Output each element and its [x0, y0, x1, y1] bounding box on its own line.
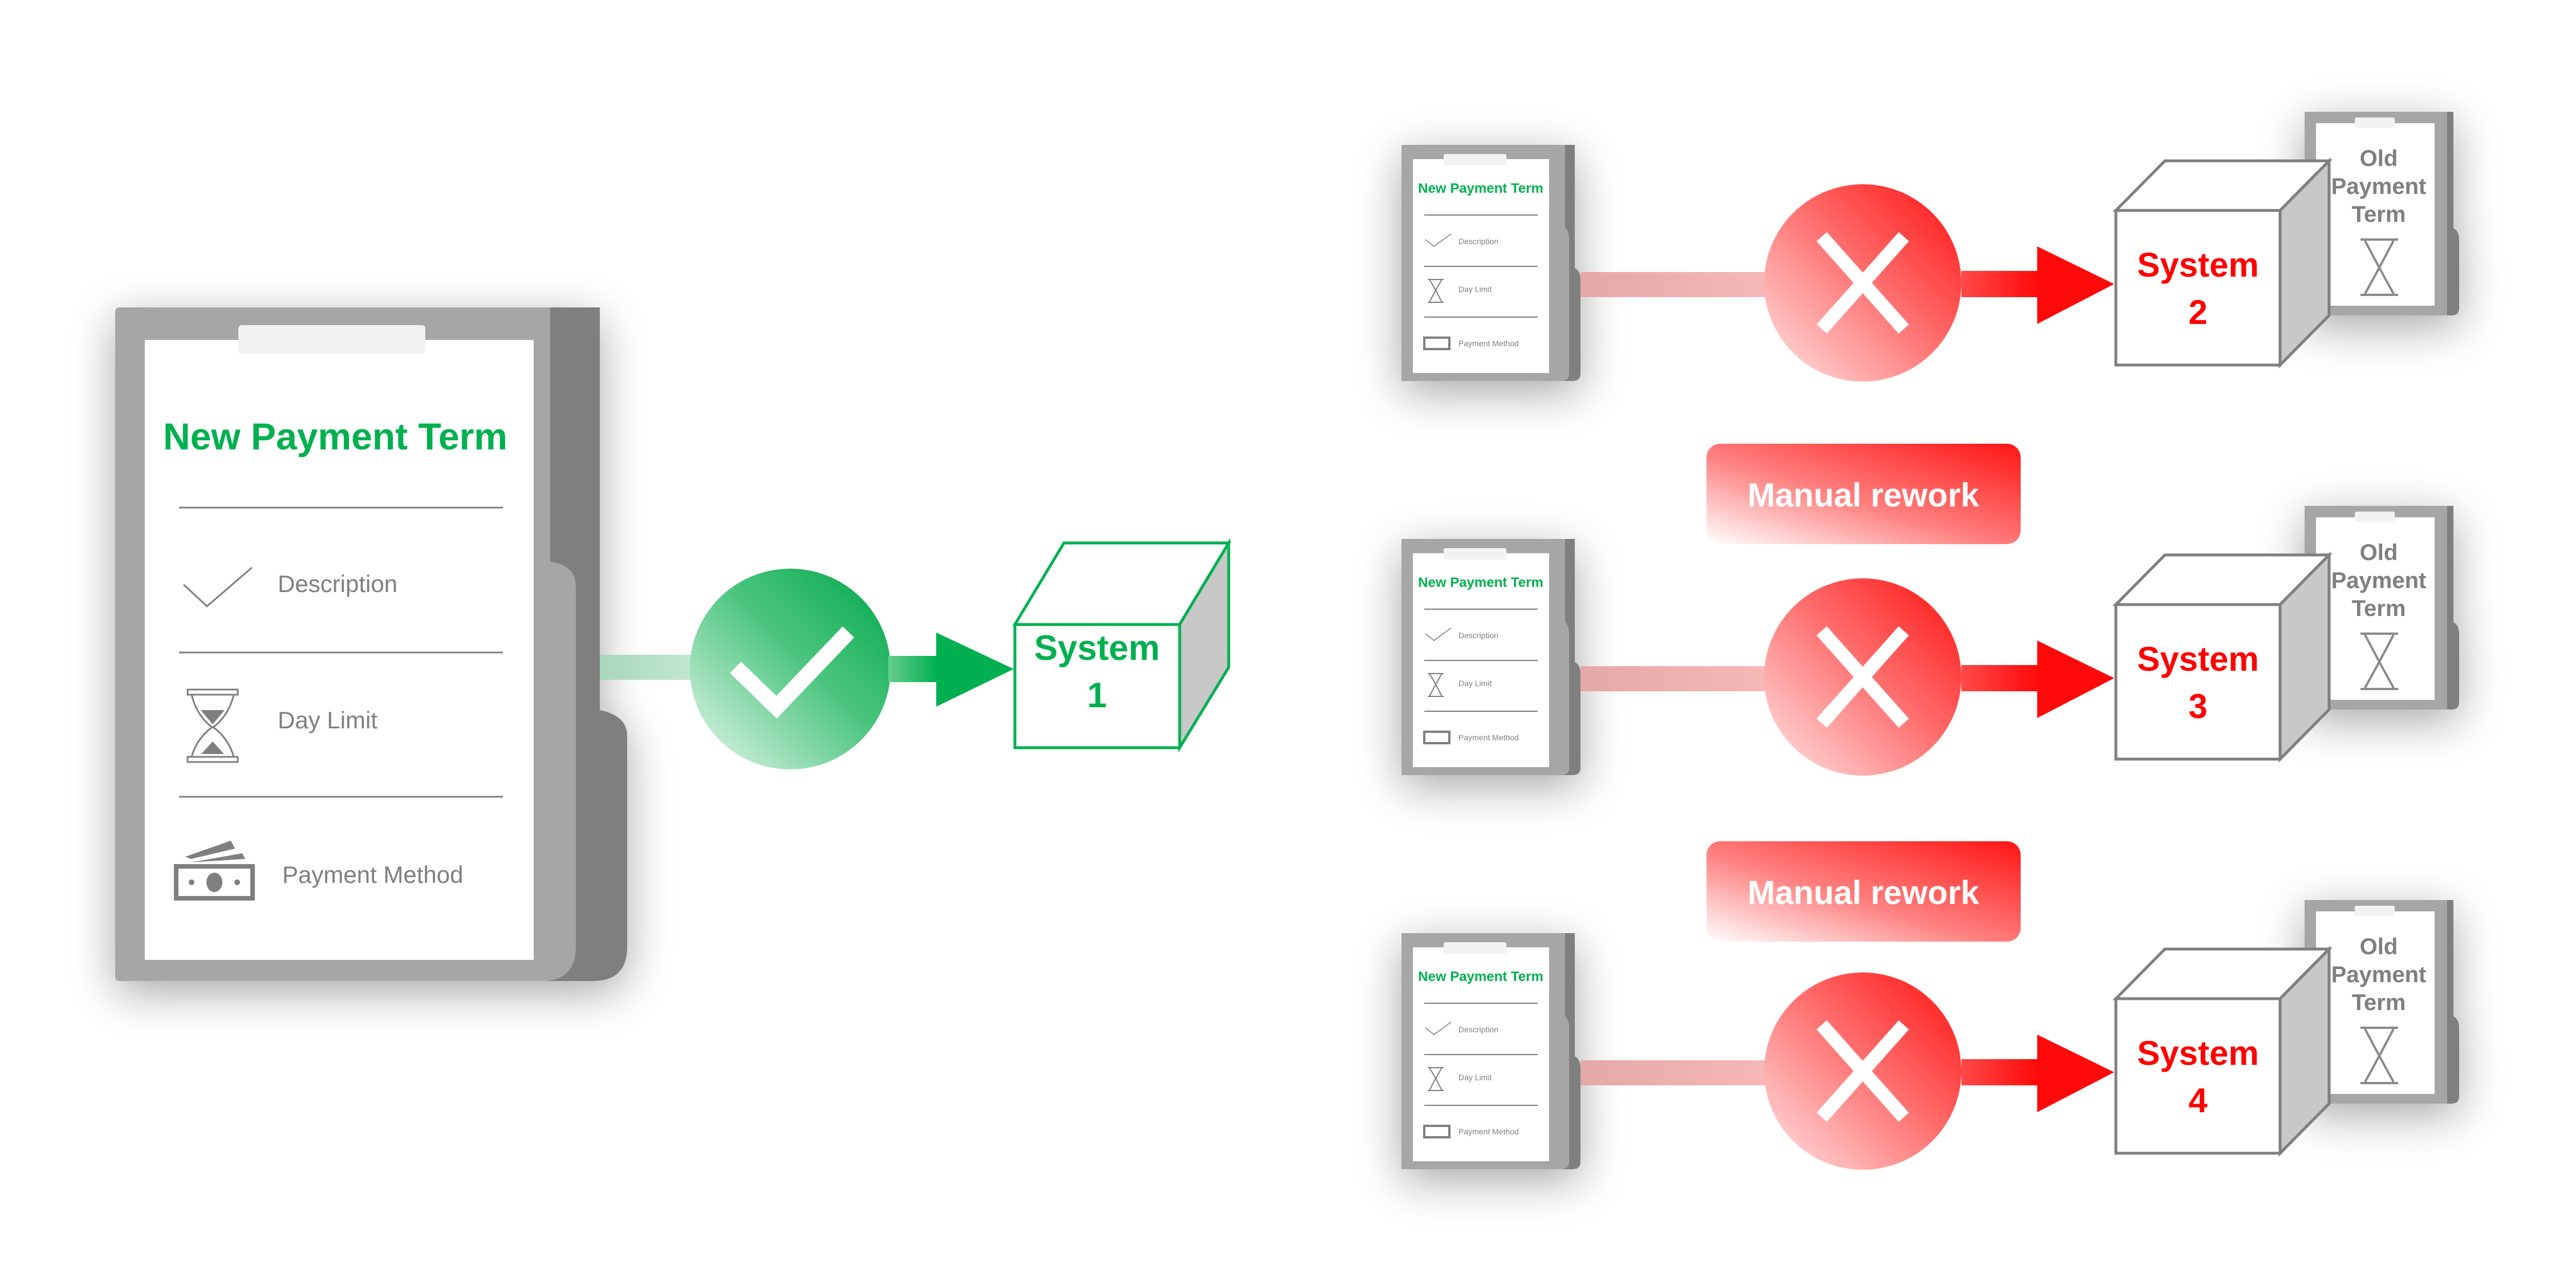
clip — [1444, 154, 1506, 165]
clip — [2355, 117, 2395, 128]
term-title: New Payment Term — [1418, 181, 1543, 196]
arrow-head — [2037, 246, 2114, 324]
failure-rows: New Payment Term Description Day Limit Paym… — [1401, 112, 2459, 1170]
old-term-text: Term — [2352, 202, 2406, 227]
arrow-shaft — [888, 656, 937, 682]
system-label: System — [2137, 246, 2258, 284]
arrow-head — [2037, 1035, 2114, 1112]
success-path: System 1 — [600, 537, 1232, 769]
clip — [2355, 906, 2395, 916]
item-day-limit: Day Limit — [1458, 1073, 1492, 1082]
system-label: System — [2137, 1034, 2258, 1072]
item-day-limit: Day Limit — [1458, 679, 1492, 688]
system-1-cube: System 1 — [1012, 537, 1232, 753]
failure-row: New Payment Term Description Day Limit Paym… — [1401, 506, 2459, 776]
item-payment-method: Payment Method — [1458, 339, 1519, 348]
term-title: New Payment Term — [1418, 969, 1543, 984]
system-number: 1 — [1087, 676, 1107, 715]
cube-front — [2114, 209, 2282, 367]
system-label: System — [1034, 629, 1160, 668]
clip — [1444, 942, 1506, 954]
item-day-limit: Day Limit — [278, 707, 377, 733]
manual-rework-pill: Manual rework — [1707, 841, 2021, 942]
old-term-text: Old — [2360, 934, 2398, 959]
item-payment-method: Payment Method — [1458, 733, 1519, 742]
new-payment-term-clipboard: New Payment Term Description Day Limit Paym… — [1401, 145, 1580, 381]
old-term-text: Old — [2360, 540, 2398, 565]
old-term-text: Payment — [2331, 174, 2427, 199]
item-description: Description — [1458, 631, 1498, 640]
failure-row: New Payment Term Description Day Limit Paym… — [1401, 112, 2459, 382]
manual-rework-pill: Manual rework — [1707, 444, 2021, 544]
old-term-text: Old — [2360, 146, 2398, 171]
connector-bar — [1580, 666, 1774, 691]
system-label: System — [2137, 640, 2258, 678]
old-term-text: Term — [2352, 596, 2406, 621]
term-title: New Payment Term — [1418, 575, 1543, 590]
arrow-head — [2037, 640, 2114, 718]
clip — [238, 325, 425, 354]
payment-term-diagram: New Payment Term Description Day Limit P… — [115, 112, 2459, 1170]
connector-bar — [1580, 1060, 1774, 1085]
system-4-cube: System 4 — [2112, 945, 2333, 1157]
manual-rework-label: Manual rework — [1748, 477, 1980, 514]
arrow-shaft — [1961, 665, 2038, 691]
arrow-shaft — [1961, 1059, 2038, 1085]
old-term-text: Payment — [2331, 962, 2427, 987]
system-number: 4 — [2188, 1081, 2208, 1120]
term-title: New Payment Term — [163, 415, 507, 457]
item-payment-method: Payment Method — [1458, 1127, 1519, 1136]
clip — [1444, 548, 1506, 560]
cube-front — [2114, 997, 2282, 1155]
old-term-text: Payment — [2331, 568, 2427, 593]
item-payment-method: Payment Method — [282, 861, 464, 888]
system-2-cube: System 2 — [2112, 157, 2333, 369]
new-payment-term-clipboard: New Payment Term Description Day Limit P… — [115, 307, 627, 981]
manual-rework-label: Manual rework — [1748, 874, 1980, 911]
item-description: Description — [1458, 237, 1498, 246]
system-number: 3 — [2188, 687, 2207, 725]
clip — [2355, 512, 2395, 522]
arrow-head — [936, 633, 1014, 707]
item-day-limit: Day Limit — [1458, 285, 1492, 294]
item-description: Description — [1458, 1025, 1498, 1034]
new-payment-term-clipboard: New Payment Term Description Day Limit Paym… — [1401, 933, 1580, 1169]
new-payment-term-clipboard: New Payment Term Description Day Limit Paym… — [1401, 539, 1580, 775]
old-term-text: Term — [2352, 990, 2406, 1015]
item-description: Description — [278, 570, 397, 597]
check-circle-icon — [690, 569, 891, 769]
system-number: 2 — [2188, 293, 2207, 331]
arrow-shaft — [1961, 271, 2038, 297]
system-3-cube: System 3 — [2112, 551, 2333, 763]
cube-front — [2114, 603, 2282, 761]
connector-bar — [1580, 272, 1774, 297]
